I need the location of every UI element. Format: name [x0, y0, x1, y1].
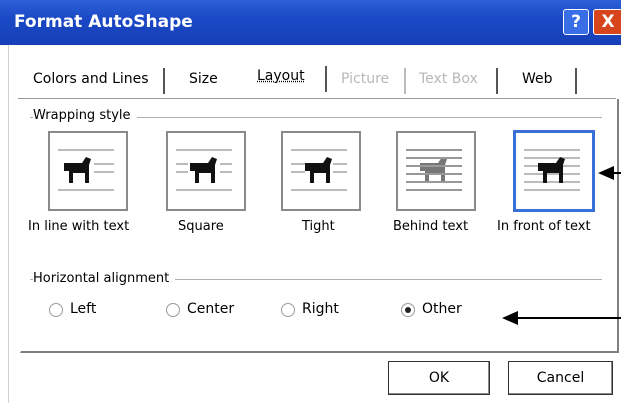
square-dog-icon	[176, 149, 232, 191]
window-title: Format AutoShape	[14, 12, 193, 32]
ok-button[interactable]: OK	[388, 361, 490, 395]
align-left-radio[interactable]	[49, 303, 63, 317]
pointer-arrow-icon	[598, 166, 614, 180]
tab-divider	[575, 68, 577, 94]
tab-colors-and-lines[interactable]: Colors and Lines	[33, 71, 149, 87]
format-autoshape-dialog: Format AutoShape ? X Colors and Lines Si…	[0, 0, 621, 403]
close-button[interactable]: X	[593, 9, 621, 35]
align-right-radio[interactable]	[281, 303, 295, 317]
wrap-square-option[interactable]	[166, 131, 246, 211]
tab-picture[interactable]: Picture	[341, 71, 389, 87]
horizontal-alignment-label: Horizontal alignment	[33, 271, 176, 286]
pointer-arrow-line	[516, 317, 621, 319]
tab-divider	[325, 66, 327, 92]
align-right-label[interactable]: Right	[302, 301, 339, 317]
align-other-label[interactable]: Other	[422, 301, 462, 317]
tab-layout[interactable]: Layout	[257, 68, 305, 84]
align-center-label[interactable]: Center	[187, 301, 234, 317]
tab-divider	[404, 68, 406, 94]
tight-dog-icon	[291, 149, 347, 191]
wrap-inline-option[interactable]	[48, 131, 128, 211]
cancel-button[interactable]: Cancel	[508, 361, 613, 395]
align-left-label[interactable]: Left	[70, 301, 96, 317]
help-button[interactable]: ?	[563, 9, 589, 35]
wrap-behind-option[interactable]	[396, 131, 476, 211]
wrapping-style-label: Wrapping style	[33, 108, 137, 123]
tab-divider	[496, 68, 498, 94]
pointer-arrow-icon	[502, 311, 518, 325]
tab-web[interactable]: Web	[522, 71, 553, 87]
tab-divider	[163, 68, 165, 94]
wrap-behind-label: Behind text	[393, 219, 469, 234]
tab-size[interactable]: Size	[189, 71, 218, 87]
wrap-in-front-option[interactable]	[513, 130, 595, 212]
title-bar[interactable]: Format AutoShape ? X	[0, 0, 621, 45]
behind-dog-icon	[406, 149, 462, 191]
align-other-radio[interactable]	[401, 303, 415, 317]
wrap-inline-label: In line with text	[28, 219, 130, 234]
tab-text-box[interactable]: Text Box	[419, 71, 478, 87]
align-center-radio[interactable]	[166, 303, 180, 317]
wrap-in-front-label: In front of text	[497, 219, 591, 234]
inline-dog-icon	[58, 149, 114, 191]
wrap-tight-option[interactable]	[281, 131, 361, 211]
wrap-tight-label: Tight	[302, 219, 335, 234]
wrap-square-label: Square	[178, 219, 224, 234]
front-dog-icon	[524, 149, 580, 191]
